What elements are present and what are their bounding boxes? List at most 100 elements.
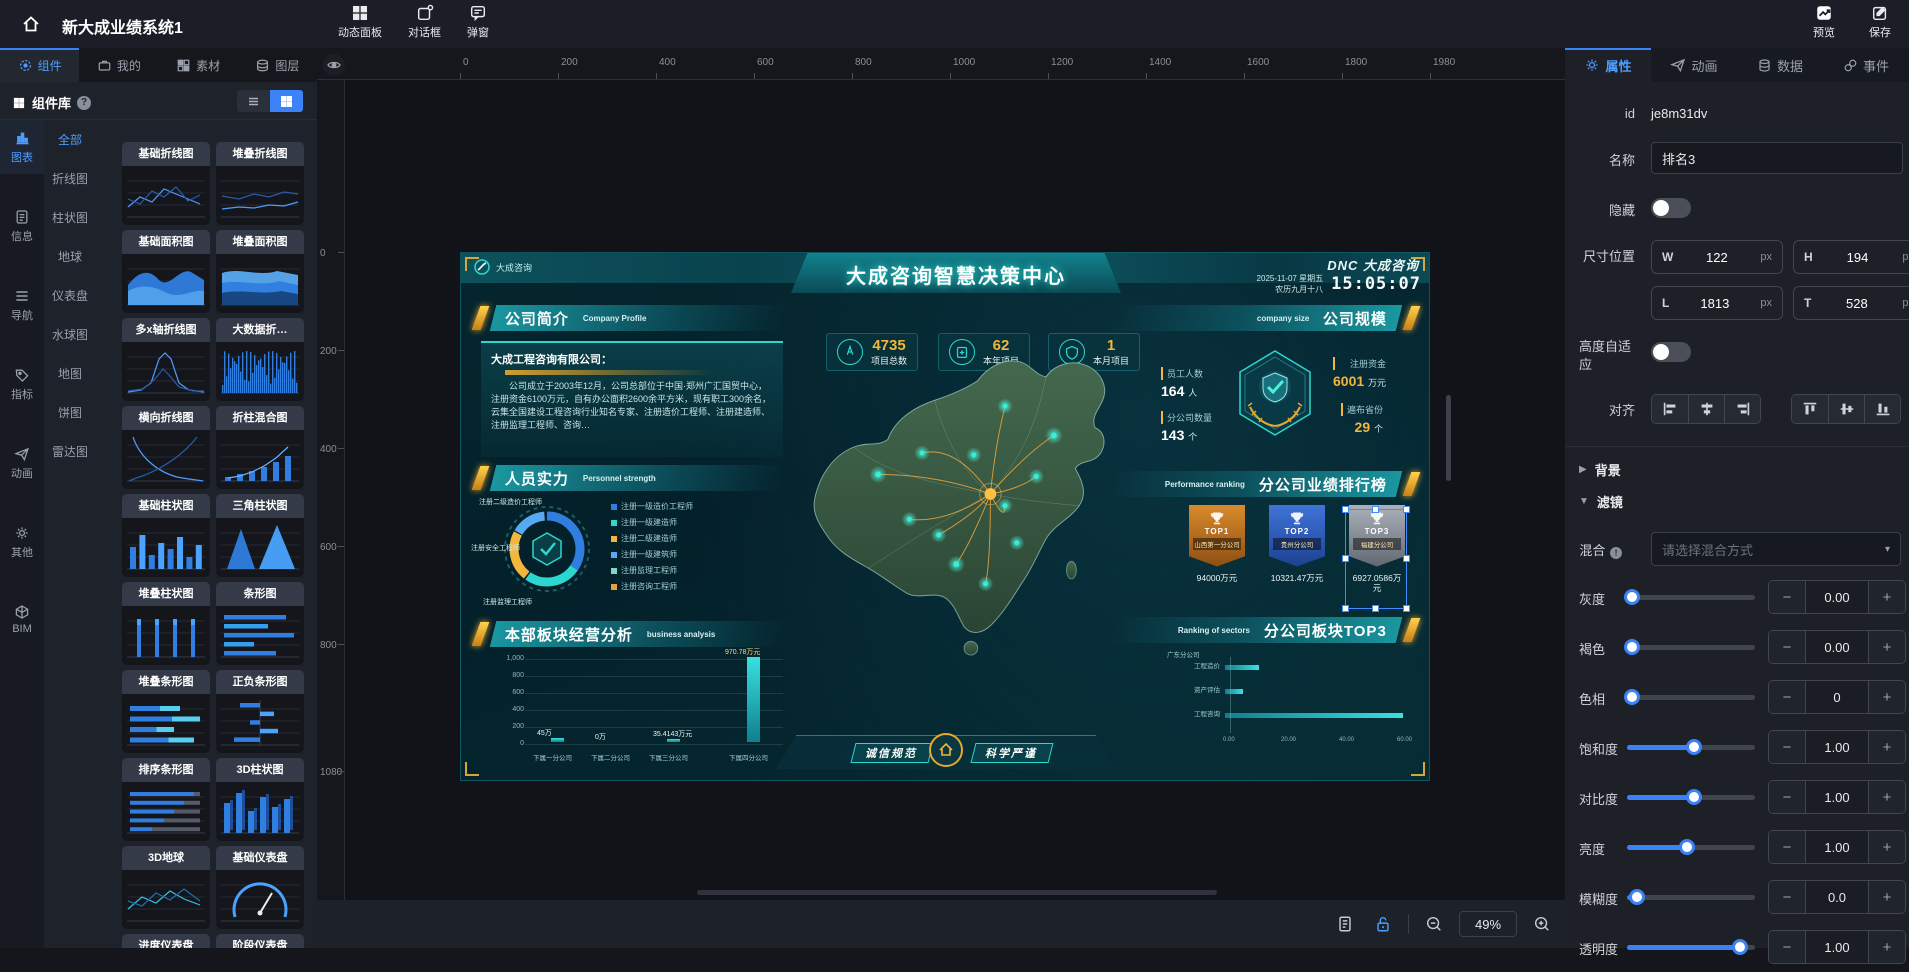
dim-field-T[interactable]: T528px	[1793, 286, 1909, 320]
selection-handle[interactable]	[1403, 605, 1410, 612]
dim-field-W[interactable]: W122px	[1651, 240, 1783, 274]
decrease-button[interactable]: −	[1769, 881, 1805, 913]
rail-item-动画[interactable]: 动画	[0, 437, 44, 490]
filter-section-header[interactable]: ▼ 滤镜	[1579, 492, 1623, 511]
component-card-三角柱状图[interactable]: 三角柱状图	[216, 494, 304, 577]
subcategory-水球图[interactable]: 水球图	[44, 315, 96, 354]
rail-item-导航[interactable]: 导航	[0, 279, 44, 332]
component-card-3D地球[interactable]: 3D地球	[122, 846, 210, 929]
component-card-基础折线图[interactable]: 基础折线图	[122, 142, 210, 225]
component-card-基础仪表盘[interactable]: 基础仪表盘	[216, 846, 304, 929]
selection-handle[interactable]	[1403, 506, 1410, 513]
tab-素材[interactable]: 素材	[159, 48, 238, 82]
stepper-value[interactable]: 1.00	[1805, 731, 1869, 763]
inspector-tab-事件[interactable]: 事件	[1823, 48, 1909, 82]
subcategory-全部[interactable]: 全部	[44, 120, 96, 159]
slider-对比度[interactable]	[1627, 795, 1755, 800]
inspector-tab-属性[interactable]: 属性	[1565, 48, 1651, 82]
dim-value-T[interactable]: 528	[1817, 296, 1896, 311]
zoom-out-button[interactable]	[1421, 911, 1447, 937]
component-card-堆叠面积图[interactable]: 堆叠面积图	[216, 230, 304, 313]
increase-button[interactable]: +	[1869, 931, 1905, 963]
component-card-堆叠柱状图[interactable]: 堆叠柱状图	[122, 582, 210, 665]
top-tool-对话框[interactable]: 对话框	[408, 4, 441, 40]
zoom-level-input[interactable]	[1459, 911, 1517, 937]
rail-item-其他[interactable]: 其他	[0, 516, 44, 569]
selection-handle[interactable]	[1372, 506, 1379, 513]
align-center-button[interactable]	[1688, 395, 1724, 423]
component-card-堆叠条形图[interactable]: 堆叠条形图	[122, 670, 210, 753]
action-预览[interactable]: 预览	[1813, 4, 1835, 40]
decrease-button[interactable]: −	[1769, 731, 1805, 763]
decrease-button[interactable]: −	[1769, 581, 1805, 613]
increase-button[interactable]: +	[1869, 681, 1905, 713]
component-card-基础面积图[interactable]: 基础面积图	[122, 230, 210, 313]
slider-亮度[interactable]	[1627, 845, 1755, 850]
decrease-button[interactable]: −	[1769, 831, 1805, 863]
align-bottom-button[interactable]	[1864, 395, 1900, 423]
stepper-value[interactable]: 0.00	[1805, 631, 1869, 663]
blend-mode-select[interactable]: 请选择混合方式 ▾	[1651, 532, 1901, 566]
editor-canvas[interactable]: 0200400600800100012001400160018001980 02…	[317, 48, 1565, 948]
component-card-3D柱状图[interactable]: 3D柱状图	[216, 758, 304, 841]
stepper-value[interactable]: 0.0	[1805, 881, 1869, 913]
align-middle-button[interactable]	[1828, 395, 1864, 423]
stepper-value[interactable]: 0.00	[1805, 581, 1869, 613]
dim-field-L[interactable]: L1813px	[1651, 286, 1783, 320]
increase-button[interactable]: +	[1869, 631, 1905, 663]
slider-灰度[interactable]	[1627, 595, 1755, 600]
component-card-堆叠折线图[interactable]: 堆叠折线图	[216, 142, 304, 225]
page-settings-icon[interactable]	[1332, 911, 1358, 937]
increase-button[interactable]: +	[1869, 731, 1905, 763]
increase-button[interactable]: +	[1869, 781, 1905, 813]
name-input[interactable]	[1651, 142, 1903, 174]
align-left-button[interactable]	[1652, 395, 1688, 423]
subcategory-饼图[interactable]: 饼图	[44, 393, 96, 432]
rail-item-BIM[interactable]: BIM	[0, 595, 44, 644]
dim-value-H[interactable]: 194	[1819, 250, 1897, 265]
dashboard-component[interactable]: 大成咨询智慧决策中心 大成咨询 DNC 大成咨询 2025-11-07 星期五 …	[460, 252, 1430, 781]
dim-field-H[interactable]: H194px	[1793, 240, 1909, 274]
align-top-button[interactable]	[1792, 395, 1828, 423]
decrease-button[interactable]: −	[1769, 631, 1805, 663]
decrease-button[interactable]: −	[1769, 931, 1805, 963]
subcategory-雷达图[interactable]: 雷达图	[44, 432, 96, 471]
component-card-大数据折…[interactable]: 大数据折…	[216, 318, 304, 401]
component-card-排序条形图[interactable]: 排序条形图	[122, 758, 210, 841]
subcategory-地球[interactable]: 地球	[44, 237, 96, 276]
stepper-value[interactable]: 0	[1805, 681, 1869, 713]
eye-icon[interactable]	[323, 54, 345, 76]
increase-button[interactable]: +	[1869, 831, 1905, 863]
increase-button[interactable]: +	[1869, 581, 1905, 613]
canvas-vertical-scrollbar[interactable]	[1446, 395, 1451, 481]
subcategory-仪表盘[interactable]: 仪表盘	[44, 276, 96, 315]
tab-组件[interactable]: 组件	[0, 48, 79, 82]
component-card-条形图[interactable]: 条形图	[216, 582, 304, 665]
component-card-基础柱状图[interactable]: 基础柱状图	[122, 494, 210, 577]
subcategory-折线图[interactable]: 折线图	[44, 159, 96, 198]
home-button[interactable]	[14, 10, 48, 38]
subcategory-地图[interactable]: 地图	[44, 354, 96, 393]
component-card-进度仪表盘[interactable]: 进度仪表盘	[122, 934, 210, 948]
align-right-button[interactable]	[1724, 395, 1760, 423]
component-card-多x轴折线图[interactable]: 多x轴折线图	[122, 318, 210, 401]
help-icon[interactable]: ?	[77, 96, 91, 110]
zoom-in-button[interactable]	[1529, 911, 1555, 937]
list-view-button[interactable]	[237, 90, 270, 112]
grid-view-button[interactable]	[270, 90, 303, 112]
rail-item-信息[interactable]: 信息	[0, 200, 44, 253]
tab-图层[interactable]: 图层	[238, 48, 317, 82]
canvas-horizontal-scrollbar[interactable]	[697, 890, 1217, 895]
component-card-阶段仪表盘[interactable]: 阶段仪表盘	[216, 934, 304, 948]
component-card-折柱混合图[interactable]: 折柱混合图	[216, 406, 304, 489]
rail-item-指标[interactable]: 指标	[0, 358, 44, 411]
increase-button[interactable]: +	[1869, 881, 1905, 913]
decrease-button[interactable]: −	[1769, 681, 1805, 713]
selection-handle[interactable]	[1342, 506, 1349, 513]
background-section-header[interactable]: ▶ 背景	[1579, 460, 1621, 479]
dim-value-L[interactable]: 1813	[1675, 296, 1754, 311]
inspector-tab-动画[interactable]: 动画	[1651, 48, 1737, 82]
inspector-tab-数据[interactable]: 数据	[1737, 48, 1823, 82]
component-card-正负条形图[interactable]: 正负条形图	[216, 670, 304, 753]
selection-box[interactable]	[1345, 509, 1407, 609]
